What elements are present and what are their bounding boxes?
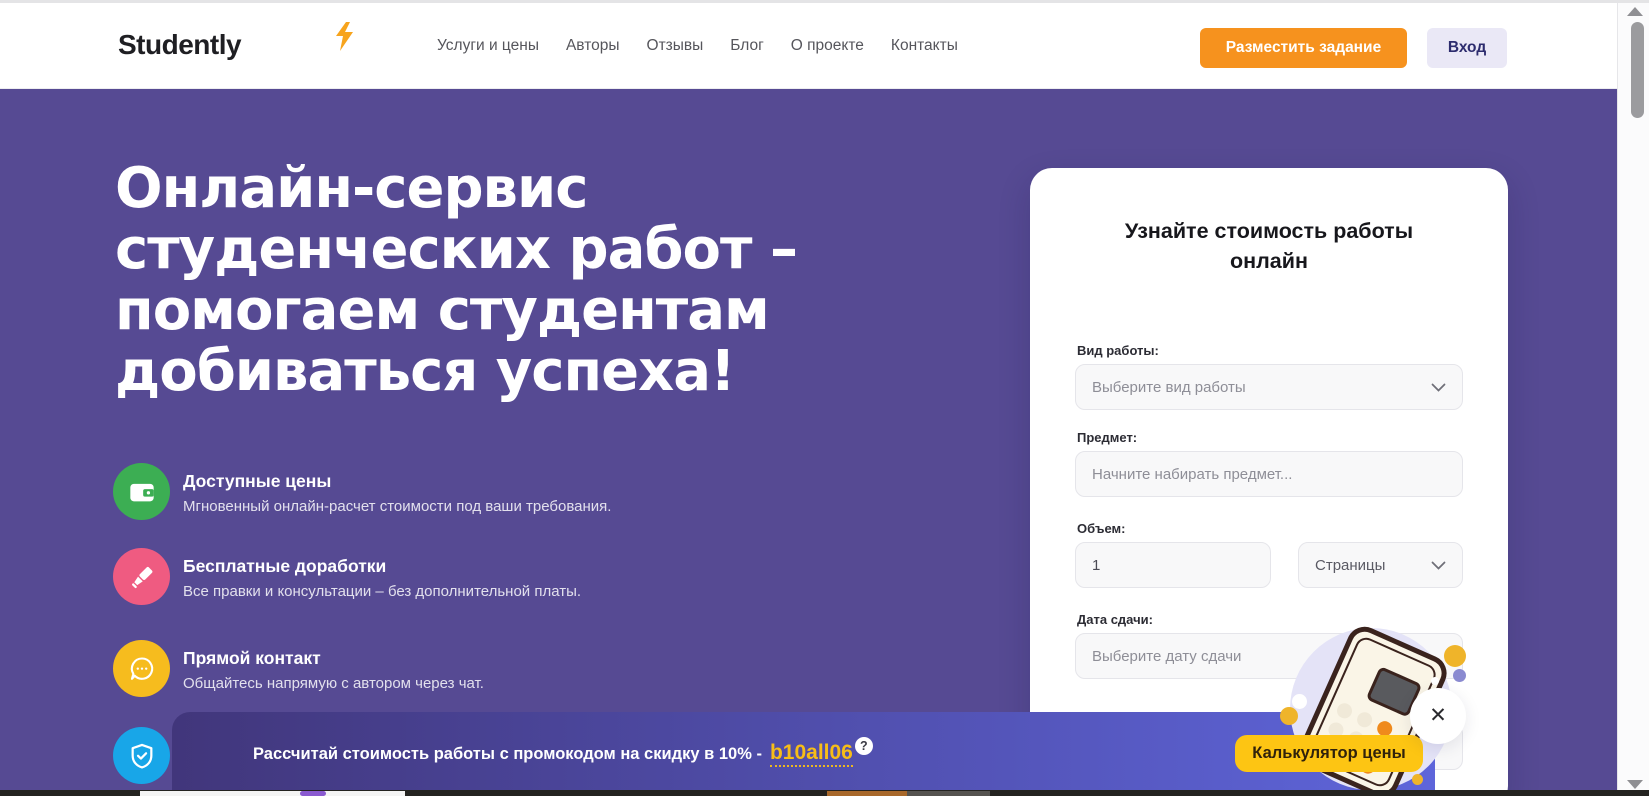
work-type-selected-value: Выберите вид работы [1092,378,1246,396]
window-top-edge [0,0,1649,3]
feature-title: Бесплатные доработки [183,556,387,576]
volume-label: Объем: [1077,521,1126,536]
close-icon: ✕ [1429,704,1447,727]
work-type-select[interactable]: Выберите вид работы [1075,364,1463,410]
close-promo-button[interactable]: ✕ [1410,688,1466,744]
feature-description: Мгновенный онлайн-расчет стоимости под в… [183,498,612,515]
page: Studently Услуги и цены Авторы Отзывы Бл… [0,0,1649,796]
volume-input[interactable] [1075,542,1271,588]
nav-item-services[interactable]: Услуги и цены [437,37,539,55]
decor-dot-white [1292,694,1307,709]
chevron-down-icon [1431,557,1446,574]
volume-unit-select[interactable]: Страницы [1298,542,1463,588]
bottom-edge-segment [827,791,907,796]
feature-description: Общайтесь напрямую с автором через чат. [183,675,484,692]
bottom-edge-segment [907,791,990,796]
decor-dot-yellow [1444,645,1466,667]
site-header: Studently Услуги и цены Авторы Отзывы Бл… [0,3,1617,89]
scrollbar-up-arrow[interactable] [1627,7,1643,16]
scrollbar-down-arrow[interactable] [1627,780,1643,789]
chevron-down-icon [1431,379,1446,396]
nav-item-reviews[interactable]: Отзывы [647,37,704,55]
logo-text: Studently [118,29,242,60]
work-type-label: Вид работы: [1077,343,1159,358]
wallet-icon [113,463,170,520]
promo-text: Рассчитай стоимость работы с промокодом … [253,744,762,763]
lightning-bolt-icon [333,22,357,59]
subject-group: Предмет: [1075,430,1463,497]
volume-unit-value: Страницы [1315,556,1386,574]
nav-item-blog[interactable]: Блог [730,37,764,55]
decor-dot-purple [1453,669,1466,682]
nav-item-about[interactable]: О проекте [791,37,864,55]
bottom-window-edge [0,790,1649,796]
chat-icon [113,640,170,697]
bottom-edge-segment [140,791,405,796]
subject-input[interactable] [1075,451,1463,497]
help-icon[interactable]: ? [854,737,873,755]
calculator-form-title: Узнайте стоимость работы онлайн [1124,219,1414,273]
due-date-label: Дата сдачи: [1077,612,1153,627]
feature-title: Прямой контакт [183,648,321,668]
hero-heading: Онлайн-сервис студенческих работ – помог… [115,156,798,404]
bottom-edge-segment [300,791,326,796]
logo[interactable]: Studently [118,22,353,61]
feature-description: Все правки и консультации – без дополнит… [183,583,582,600]
shield-check-icon [113,727,170,784]
promo-code[interactable]: b10all06 [769,741,853,767]
price-calculator-button[interactable]: Калькулятор цены [1235,735,1423,772]
scrollbar-track[interactable] [1617,0,1649,796]
subject-label: Предмет: [1077,430,1138,445]
feature-title: Доступные цены [183,471,332,491]
decor-dot-white [1431,677,1439,685]
login-button[interactable]: Вход [1427,28,1507,68]
decor-dot-yellow [1280,707,1298,725]
volume-group: Объем: Страницы [1075,521,1463,588]
nav-item-authors[interactable]: Авторы [566,37,620,55]
pencil-icon [113,548,170,605]
decor-dot-yellow [1412,774,1423,785]
post-task-button[interactable]: Разместить задание [1200,28,1407,68]
scrollbar-thumb[interactable] [1631,22,1644,118]
main-nav: Услуги и цены Авторы Отзывы Блог О проек… [437,3,958,88]
nav-item-contacts[interactable]: Контакты [891,37,958,55]
work-type-group: Вид работы: Выберите вид работы [1075,343,1463,410]
